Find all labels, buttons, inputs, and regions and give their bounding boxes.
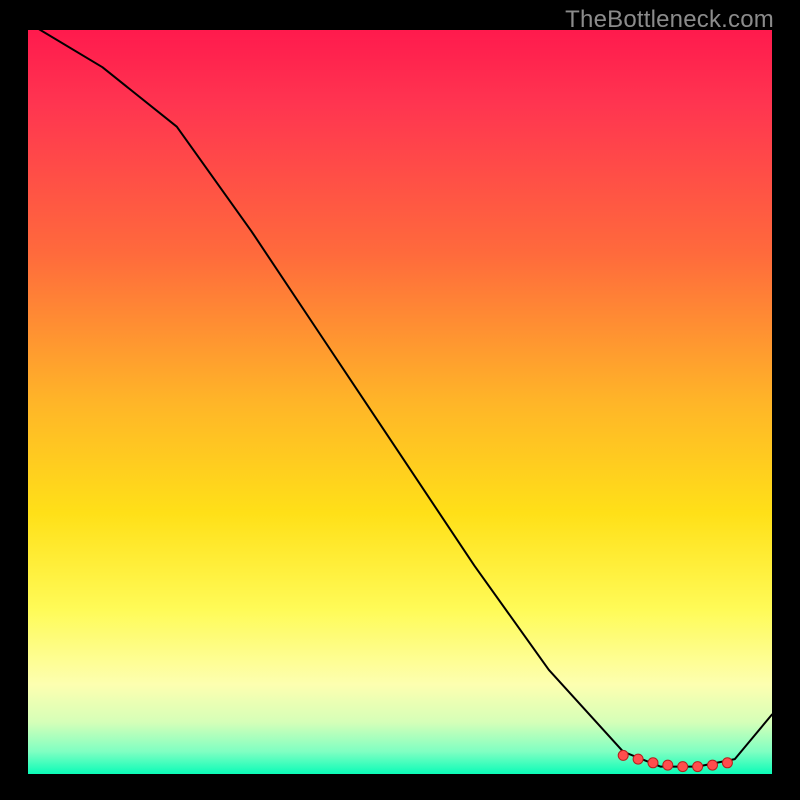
chart-svg [28,30,772,774]
marker-dot [722,758,732,768]
marker-dot [648,758,658,768]
marker-dot [663,760,673,770]
marker-dot [618,750,628,760]
marker-dot [678,762,688,772]
marker-dot [633,754,643,764]
plot-area [28,30,772,774]
marker-dot [693,762,703,772]
marker-group [618,750,732,771]
marker-dot [708,760,718,770]
curve-line [28,30,772,767]
chart-container: TheBottleneck.com [0,0,800,800]
